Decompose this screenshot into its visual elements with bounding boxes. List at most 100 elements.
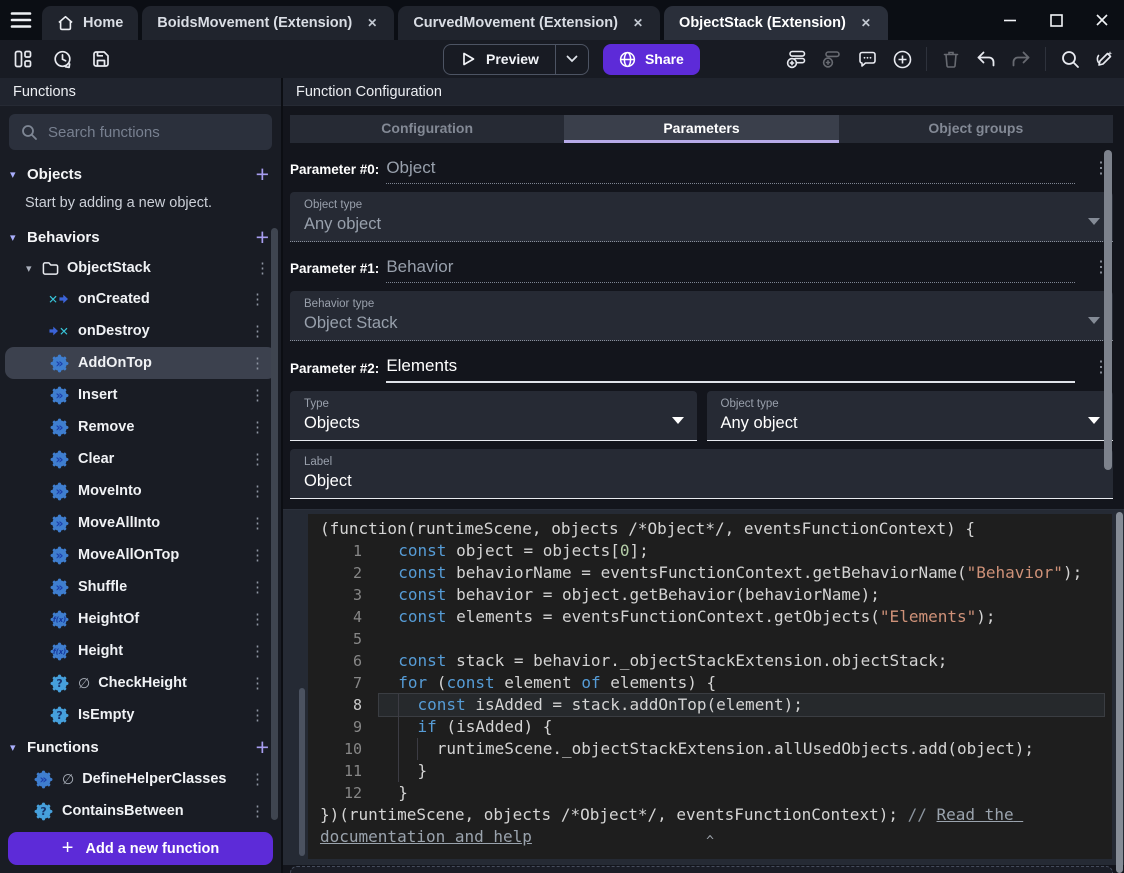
sidebar-item-moveallinto[interactable]: » MoveAllInto ⋮ [5,507,276,539]
svg-text:»: » [55,356,63,370]
tab-close-icon[interactable]: ✕ [631,14,645,32]
select-object-type[interactable]: Object type Any object [290,192,1113,242]
item-menu-icon[interactable]: ⋮ [250,418,265,436]
svg-text:f(x): f(x) [52,647,65,655]
add-subevent-icon[interactable] [821,48,843,70]
caret-down-icon[interactable]: ▾ [10,168,24,181]
folder-objectstack[interactable]: ▾ ObjectStack ⋮ [0,253,281,283]
input-label[interactable]: Label Object [290,449,1113,499]
comment-icon[interactable] [856,48,878,70]
section-objects[interactable]: ▾ Objects + [0,158,281,190]
search-input[interactable] [48,123,260,141]
expression-icon: f(x) [49,610,69,629]
parameter-name-input[interactable]: Elements [386,356,1075,383]
add-function-icon[interactable]: + [256,736,269,759]
minimize-icon[interactable] [1002,12,1018,28]
code-collapse-caret[interactable]: ^ [706,831,714,853]
search-box[interactable] [9,114,272,150]
section-behaviors[interactable]: ▾ Behaviors + [0,221,281,253]
edit-scene-icon[interactable] [1094,48,1116,70]
code-editor[interactable]: (function(runtimeScene, objects /*Object… [308,514,1112,859]
item-menu-icon[interactable]: ⋮ [250,578,265,596]
add-event-icon[interactable] [786,48,808,70]
item-menu-icon[interactable]: ⋮ [250,610,265,628]
main-scrollbar[interactable] [1104,150,1112,470]
tab-parameters[interactable]: Parameters [564,115,839,143]
tab-configuration[interactable]: Configuration [290,115,564,143]
save-icon[interactable] [90,48,112,70]
sidebar-item-remove[interactable]: » Remove ⋮ [5,411,276,443]
add-object-icon[interactable]: + [256,163,269,186]
section-functions[interactable]: ▾ Functions + [0,731,281,763]
sidebar-item-ondestroy[interactable]: ✕ onDestroy ⋮ [5,315,276,347]
item-menu-icon[interactable]: ⋮ [250,770,265,788]
folder-menu-icon[interactable]: ⋮ [255,259,270,277]
item-menu-icon[interactable]: ⋮ [250,322,265,340]
lifecycle-created-icon: ✕ [49,292,69,306]
add-behavior-icon[interactable]: + [256,226,269,249]
tab-close-icon[interactable]: ✕ [859,14,873,32]
sidebar-item-containsbetween[interactable]: ? ContainsBetween ⋮ [5,795,276,823]
item-menu-icon[interactable]: ⋮ [250,386,265,404]
sidebar-item-insert[interactable]: » Insert ⋮ [5,379,276,411]
action-icon: » [49,546,69,565]
close-window-icon[interactable] [1094,12,1110,28]
code-line-12: 12 } [343,783,408,802]
caret-down-icon[interactable]: ▾ [26,262,42,275]
tab-close-icon[interactable]: ✕ [365,14,379,32]
code-section-scrollbar[interactable] [1116,512,1123,873]
sidebar-scrollbar[interactable] [271,228,278,820]
sidebar-title: Functions [13,83,76,100]
tab-boidsmovement-extension[interactable]: BoidsMovement (Extension) ✕ [142,6,395,40]
trash-icon[interactable] [940,48,962,70]
parameter-1-header: Parameter #1: Behavior ⋮ [290,257,1113,283]
hamburger-menu-icon[interactable] [0,0,42,40]
item-menu-icon[interactable]: ⋮ [250,706,265,724]
search-toolbar-icon[interactable] [1059,48,1081,70]
item-menu-icon[interactable]: ⋮ [250,450,265,468]
add-parameter-button-partial[interactable] [290,866,1113,873]
sidebar-item-moveallontop[interactable]: » MoveAllOnTop ⋮ [5,539,276,571]
tab-object-groups[interactable]: Object groups [839,115,1113,143]
item-menu-icon[interactable]: ⋮ [250,546,265,564]
sidebar-item-clear[interactable]: » Clear ⋮ [5,443,276,475]
sidebar-item-moveinto[interactable]: » MoveInto ⋮ [5,475,276,507]
sidebar-item-addontop[interactable]: » AddOnTop ⋮ [5,347,276,379]
sidebar-item-oncreated[interactable]: ✕ onCreated ⋮ [5,283,276,315]
undo-icon[interactable] [975,48,997,70]
sidebar-item-height[interactable]: f(x) Height ⋮ [5,635,276,667]
select-behavior-type[interactable]: Behavior type Object Stack [290,291,1113,341]
sidebar-item-checkheight[interactable]: ? ∅ CheckHeight ⋮ [5,667,276,699]
caret-down-icon[interactable]: ▾ [10,231,24,244]
section-behaviors-label: Behaviors [27,228,100,246]
item-menu-icon[interactable]: ⋮ [250,482,265,500]
maximize-icon[interactable] [1048,12,1064,28]
code-left-scrollbar[interactable] [299,688,305,856]
caret-down-icon[interactable]: ▾ [10,741,24,754]
tab-curvedmovement-extension[interactable]: CurvedMovement (Extension) ✕ [398,6,661,40]
sidebar-item-heightof[interactable]: f(x) HeightOf ⋮ [5,603,276,635]
history-icon[interactable] [51,48,73,70]
item-menu-icon[interactable]: ⋮ [250,642,265,660]
preview-dropdown-chevron-icon[interactable] [556,55,588,63]
item-menu-icon[interactable]: ⋮ [250,290,265,308]
item-menu-icon[interactable]: ⋮ [250,354,265,372]
add-new-function-button[interactable]: + Add a new function [8,832,273,865]
select-object-type[interactable]: Object type Any object [706,391,1113,441]
add-circle-icon[interactable] [891,48,913,70]
parameter-name-input[interactable]: Object [386,158,1075,184]
tab-objectstack-extension[interactable]: ObjectStack (Extension) ✕ [664,6,888,40]
parameter-name-input[interactable]: Behavior [386,257,1075,283]
select-type[interactable]: Type Objects [290,391,697,441]
redo-icon[interactable] [1010,48,1032,70]
item-menu-icon[interactable]: ⋮ [250,674,265,692]
sidebar-item-shuffle[interactable]: » Shuffle ⋮ [5,571,276,603]
item-menu-icon[interactable]: ⋮ [250,514,265,532]
sidebar-item-definehelperclasses[interactable]: » ∅ DefineHelperClasses ⋮ [5,763,276,795]
share-button[interactable]: Share [602,43,700,75]
item-menu-icon[interactable]: ⋮ [250,802,265,820]
panels-icon[interactable] [12,48,34,70]
preview-button[interactable]: Preview [443,43,589,75]
tab-home[interactable]: Home [42,6,139,40]
sidebar-item-isempty[interactable]: ? IsEmpty ⋮ [5,699,276,731]
